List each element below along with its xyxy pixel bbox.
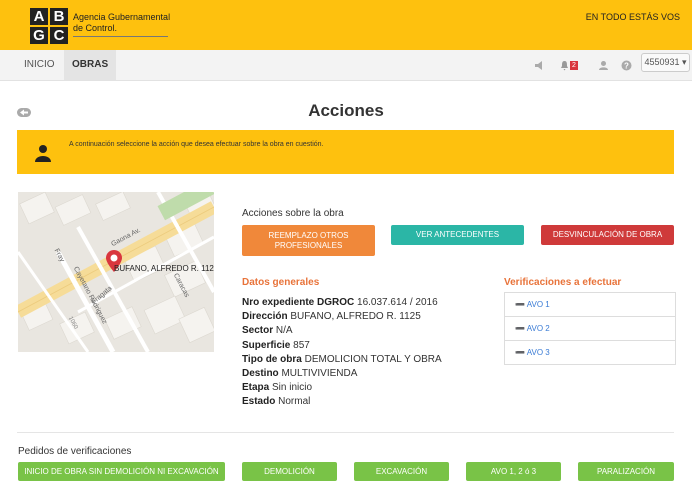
field-destino: Destino MULTIVIVIENDA — [242, 367, 442, 381]
pedidos-label: Pedidos de verificaciones — [18, 446, 132, 457]
main-nav: INICIO OBRAS 2 ? — [0, 50, 692, 81]
user-icon[interactable] — [598, 60, 609, 71]
field-label: Dirección — [242, 311, 288, 323]
pedido-label: DEMOLICIÓN — [264, 466, 315, 476]
agc-logo[interactable]: A B G C — [30, 8, 70, 46]
actions-label: Acciones sobre la obra — [242, 208, 344, 219]
help-icon[interactable]: ? — [621, 60, 632, 71]
bell-icon[interactable] — [559, 60, 570, 71]
person-icon — [34, 144, 52, 162]
location-map[interactable]: Gaona Av. Fray Cayetano Rodriguez Fragat… — [18, 192, 214, 352]
pedido-label: INICIO DE OBRA SIN DEMOLICIÓN NI EXCAVAC… — [24, 466, 219, 476]
logo-letter: A — [30, 8, 48, 25]
datos-generales-title: Datos generales — [242, 277, 320, 288]
ver-antecedentes-button[interactable]: VER ANTECEDENTES — [391, 225, 524, 245]
pedido-avo-button[interactable]: AVO 1, 2 ó 3 — [466, 462, 561, 481]
field-sector: Sector N/A — [242, 324, 442, 338]
desvinculacion-button[interactable]: DESVINCULACIÓN DE OBRA — [541, 225, 674, 245]
field-label: Estado — [242, 396, 276, 408]
instruction-alert: A continuación seleccione la acción que … — [17, 130, 674, 174]
tab-obras[interactable]: OBRAS — [64, 50, 117, 80]
field-etapa: Etapa Sin inicio — [242, 381, 442, 395]
field-label: Destino — [242, 368, 279, 380]
verificacion-label: AVO 1 — [526, 300, 550, 309]
pedido-inicio-obra-button[interactable]: INICIO DE OBRA SIN DEMOLICIÓN NI EXCAVAC… — [18, 462, 225, 481]
reemplazo-label: REEMPLAZO OTROS PROFESIONALES — [268, 230, 349, 250]
pedido-excavacion-button[interactable]: EXCAVACIÓN — [354, 462, 449, 481]
field-value: Normal — [278, 396, 311, 408]
brand-name: Agencia Gubernamental de Control. — [73, 12, 170, 37]
verificacion-label: AVO 3 — [526, 348, 550, 357]
field-expediente: Nro expediente DGROC 16.037.614 / 2016 — [242, 296, 442, 310]
field-value: 16.037.614 / 2016 — [357, 297, 438, 308]
field-value: DEMOLICION TOTAL Y OBRA — [304, 353, 442, 365]
verificacion-item-avo3[interactable]: ➖ AVO 3 — [505, 341, 675, 364]
svg-text:?: ? — [624, 62, 629, 71]
verificaciones-list: ➖ AVO 1 ➖ AVO 2 ➖ AVO 3 — [504, 292, 676, 365]
pedido-label: AVO 1, 2 ó 3 — [490, 466, 537, 476]
verificacion-label: AVO 2 — [526, 324, 550, 333]
logo-letter: C — [50, 27, 68, 44]
field-label: Tipo de obra — [242, 353, 302, 365]
field-label: Sector — [242, 325, 274, 337]
field-value: BUFANO, ALFREDO R. 1125 — [290, 311, 421, 323]
field-superficie: Superficie 857 — [242, 339, 442, 353]
top-header-bar: A B G C Agencia Gubernamental de Control… — [0, 0, 692, 50]
ver-antecedentes-label: VER ANTECEDENTES — [415, 230, 500, 239]
field-value: MULTIVIVIENDA — [281, 368, 358, 380]
pedido-demolicion-button[interactable]: DEMOLICIÓN — [242, 462, 337, 481]
field-estado: Estado Normal — [242, 395, 442, 409]
tab-inicio[interactable]: INICIO — [16, 50, 63, 80]
field-value: Sin inicio — [272, 382, 313, 394]
page-title: Acciones — [308, 101, 384, 120]
pedido-paralizacion-button[interactable]: PARALIZACIÓN — [578, 462, 674, 481]
field-value: N/A — [275, 325, 293, 337]
verificacion-item-avo2[interactable]: ➖ AVO 2 — [505, 317, 675, 341]
logo-letter: G — [30, 27, 48, 44]
logo-letter: B — [50, 8, 68, 25]
user-menu-dropdown[interactable]: 4550931 ▾ — [641, 53, 690, 72]
map-marker-label: BUFANO, ALFREDO R. 1125 — [114, 264, 214, 273]
field-tipo-obra: Tipo de obra DEMOLICION TOTAL Y OBRA — [242, 353, 442, 367]
brand-line-1: Agencia Gubernamental — [73, 12, 171, 22]
megaphone-icon[interactable] — [534, 60, 545, 71]
pedido-label: PARALIZACIÓN — [596, 466, 656, 476]
field-label: Etapa — [242, 382, 270, 394]
pedido-label: EXCAVACIÓN — [375, 466, 428, 476]
verificacion-item-avo1[interactable]: ➖ AVO 1 — [505, 293, 675, 317]
field-value: 857 — [293, 339, 310, 351]
datos-generales-list: Nro expediente DGROC 16.037.614 / 2016 D… — [242, 296, 442, 410]
reemplazo-profesionales-button[interactable]: REEMPLAZO OTROS PROFESIONALES — [242, 225, 375, 256]
brand-line-2: de Control. — [73, 23, 168, 37]
notification-badge: 2 — [570, 61, 578, 70]
desvinculacion-label: DESVINCULACIÓN DE OBRA — [552, 230, 663, 239]
divider — [17, 432, 674, 433]
alert-text: A continuación seleccione la acción que … — [69, 141, 324, 148]
slogan: EN TODO ESTÁS VOS — [585, 12, 680, 22]
field-label: Superficie — [242, 339, 291, 351]
field-direccion: Dirección BUFANO, ALFREDO R. 1125 — [242, 310, 442, 324]
verificaciones-title: Verificaciones a efectuar — [504, 277, 622, 288]
field-label: Nro expediente DGROC — [242, 297, 355, 308]
